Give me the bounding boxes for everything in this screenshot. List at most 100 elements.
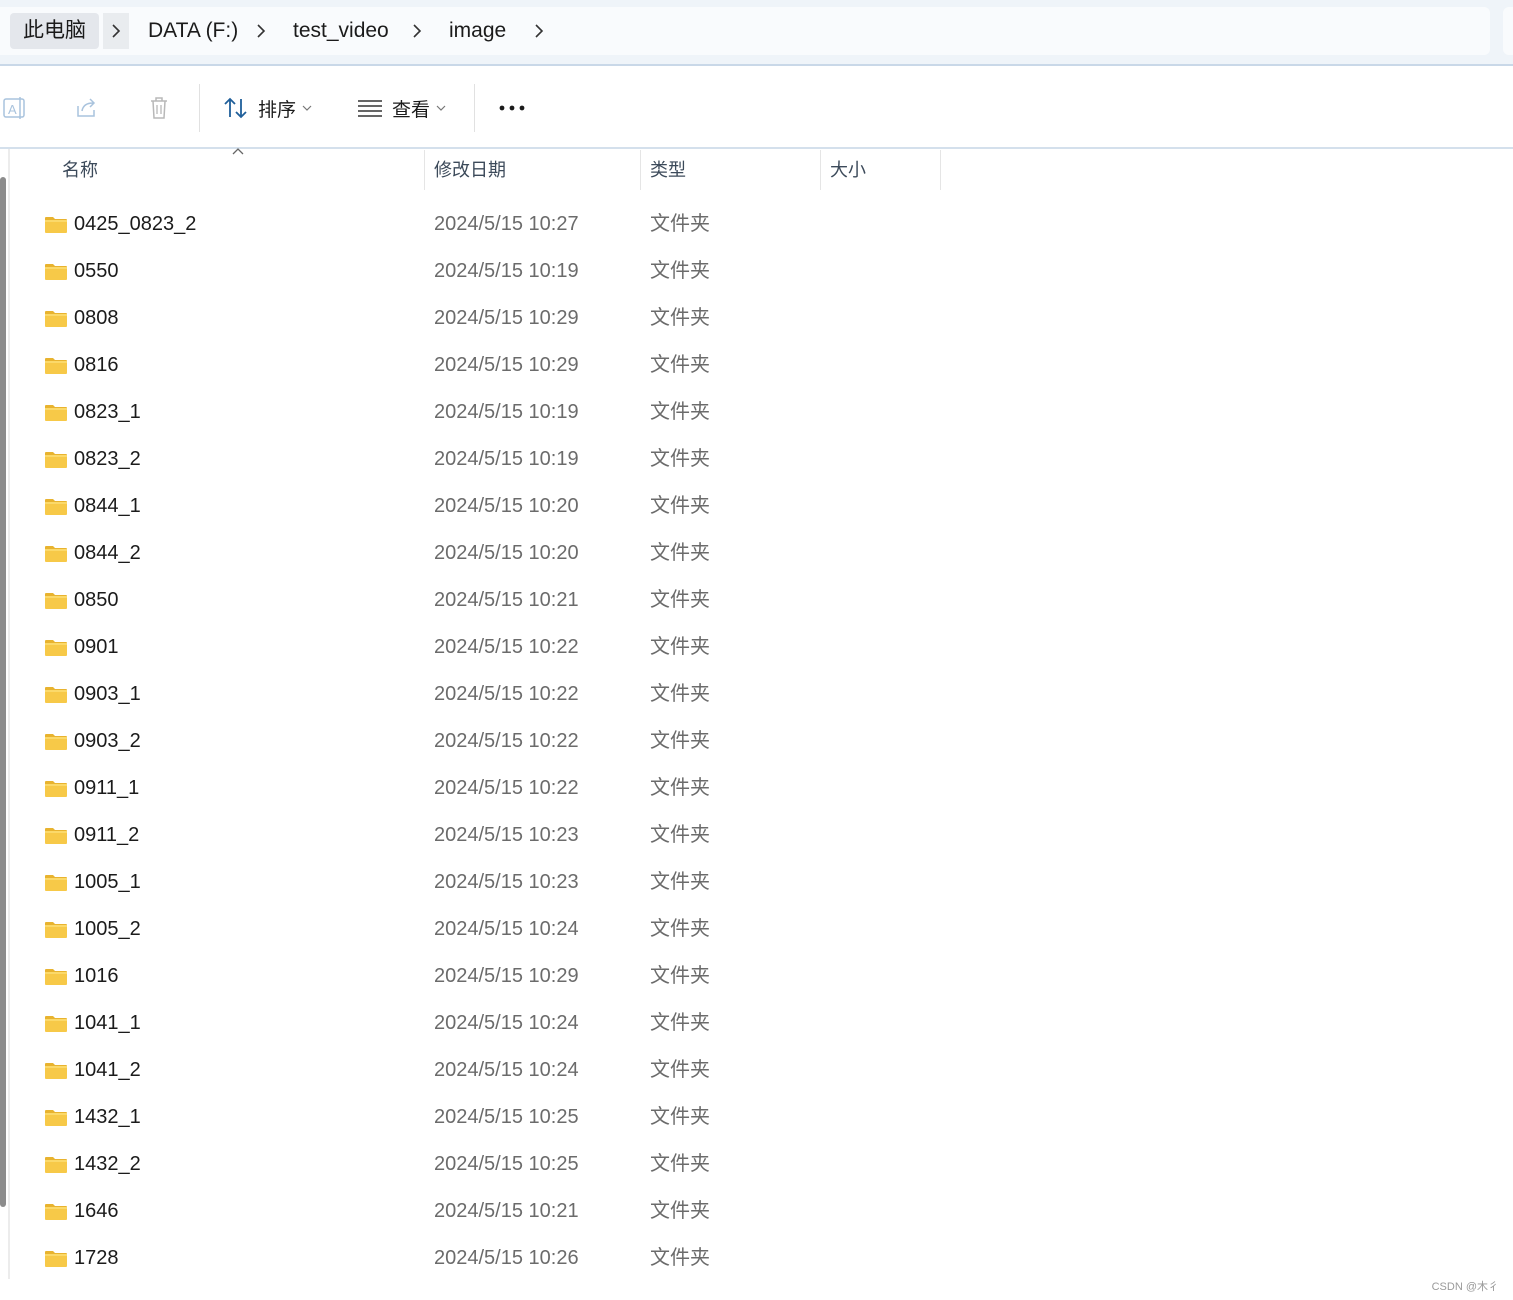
folder-icon xyxy=(45,828,67,844)
folder-icon xyxy=(45,452,67,468)
table-row[interactable]: 1005_1 2024/5/15 10:23 文件夹 xyxy=(0,859,1513,906)
column-divider[interactable] xyxy=(820,150,821,190)
file-name: 0823_2 xyxy=(74,448,141,470)
breadcrumb-image[interactable]: image xyxy=(439,13,516,49)
file-type: 文件夹 xyxy=(650,307,710,329)
folder-icon xyxy=(45,358,67,374)
search-box-edge[interactable] xyxy=(1503,7,1513,55)
file-type: 文件夹 xyxy=(650,683,710,705)
column-divider[interactable] xyxy=(640,150,641,190)
table-row[interactable]: 1005_2 2024/5/15 10:24 文件夹 xyxy=(0,906,1513,953)
table-row[interactable]: 0823_2 2024/5/15 10:19 文件夹 xyxy=(0,436,1513,483)
file-type: 文件夹 xyxy=(650,1012,710,1034)
breadcrumb-this-pc[interactable]: 此电脑 xyxy=(10,13,99,49)
file-name: 0850 xyxy=(74,589,119,611)
file-type: 文件夹 xyxy=(650,260,710,282)
table-row[interactable]: 1432_1 2024/5/15 10:25 文件夹 xyxy=(0,1094,1513,1141)
file-type: 文件夹 xyxy=(650,1247,710,1269)
folder-icon xyxy=(45,922,67,938)
chevron-right-icon[interactable] xyxy=(404,13,430,49)
file-type: 文件夹 xyxy=(650,1153,710,1175)
file-name: 0911_1 xyxy=(74,777,140,799)
file-type: 文件夹 xyxy=(650,730,710,752)
table-row[interactable]: 0816 2024/5/15 10:29 文件夹 xyxy=(0,342,1513,389)
file-name: 0816 xyxy=(74,354,119,376)
chevron-right-icon[interactable] xyxy=(526,13,552,49)
watermark: CSDN @木彳 xyxy=(1431,1281,1499,1293)
file-list: 0425_0823_2 2024/5/15 10:27 文件夹 0550 2024/5/… xyxy=(0,201,1513,1282)
sort-ascending-icon xyxy=(232,148,244,155)
table-row[interactable]: 0903_1 2024/5/15 10:22 文件夹 xyxy=(0,671,1513,718)
table-row[interactable]: 0911_2 2024/5/15 10:23 文件夹 xyxy=(0,812,1513,859)
modified-date: 2024/5/15 10:22 xyxy=(434,636,579,658)
file-name: 1646 xyxy=(74,1200,119,1222)
modified-date: 2024/5/15 10:19 xyxy=(434,401,579,423)
modified-date: 2024/5/15 10:25 xyxy=(434,1153,579,1175)
chevron-right-icon[interactable] xyxy=(248,13,274,49)
modified-date: 2024/5/15 10:24 xyxy=(434,918,579,940)
folder-icon xyxy=(45,499,67,515)
table-row[interactable]: 0550 2024/5/15 10:19 文件夹 xyxy=(0,248,1513,295)
file-type: 文件夹 xyxy=(650,1106,710,1128)
sort-button[interactable]: 排序 xyxy=(222,88,312,128)
modified-date: 2024/5/15 10:20 xyxy=(434,542,579,564)
modified-date: 2024/5/15 10:25 xyxy=(434,1106,579,1128)
column-header-size[interactable]: 大小 xyxy=(830,150,866,190)
modified-date: 2024/5/15 10:22 xyxy=(434,777,579,799)
chevron-right-icon[interactable] xyxy=(103,13,129,49)
share-icon[interactable] xyxy=(72,93,102,123)
file-name: 0901 xyxy=(74,636,119,658)
view-button[interactable]: 查看 xyxy=(356,88,446,128)
command-bar: A 排序 查看 xyxy=(0,66,1513,149)
table-row[interactable]: 0844_2 2024/5/15 10:20 文件夹 xyxy=(0,530,1513,577)
column-header-type[interactable]: 类型 xyxy=(650,150,686,190)
modified-date: 2024/5/15 10:21 xyxy=(434,1200,579,1222)
file-type: 文件夹 xyxy=(650,448,710,470)
table-row[interactable]: 0844_1 2024/5/15 10:20 文件夹 xyxy=(0,483,1513,530)
folder-icon xyxy=(45,311,67,327)
table-row[interactable]: 1016 2024/5/15 10:29 文件夹 xyxy=(0,953,1513,1000)
folder-icon xyxy=(45,546,67,562)
file-name: 0425_0823_2 xyxy=(74,213,197,235)
table-row[interactable]: 1041_2 2024/5/15 10:24 文件夹 xyxy=(0,1047,1513,1094)
file-name: 1432_2 xyxy=(74,1153,141,1175)
folder-icon xyxy=(45,1016,67,1032)
table-row[interactable]: 1432_2 2024/5/15 10:25 文件夹 xyxy=(0,1141,1513,1188)
table-row[interactable]: 0808 2024/5/15 10:29 文件夹 xyxy=(0,295,1513,342)
table-row[interactable]: 0903_2 2024/5/15 10:22 文件夹 xyxy=(0,718,1513,765)
folder-icon xyxy=(45,1157,67,1173)
column-header-name[interactable]: 名称 xyxy=(62,150,98,190)
delete-icon[interactable] xyxy=(144,93,174,123)
folder-icon xyxy=(45,781,67,797)
breadcrumb-data-drive[interactable]: DATA (F:) xyxy=(138,13,248,49)
folder-icon xyxy=(45,264,67,280)
table-row[interactable]: 1041_1 2024/5/15 10:24 文件夹 xyxy=(0,1000,1513,1047)
file-type: 文件夹 xyxy=(650,401,710,423)
table-row[interactable]: 0425_0823_2 2024/5/15 10:27 文件夹 xyxy=(0,201,1513,248)
folder-icon xyxy=(45,1204,67,1220)
file-type: 文件夹 xyxy=(650,589,710,611)
file-name: 0844_2 xyxy=(74,542,141,564)
address-bar-region: 此电脑 DATA (F:) test_video image xyxy=(0,0,1513,66)
rename-icon[interactable]: A xyxy=(0,93,30,123)
column-divider[interactable] xyxy=(940,150,941,190)
table-row[interactable]: 0850 2024/5/15 10:21 文件夹 xyxy=(0,577,1513,624)
breadcrumb-test-video[interactable]: test_video xyxy=(283,13,399,49)
file-name: 0550 xyxy=(74,260,119,282)
table-row[interactable]: 0911_1 2024/5/15 10:22 文件夹 xyxy=(0,765,1513,812)
file-type: 文件夹 xyxy=(650,542,710,564)
file-name: 0911_2 xyxy=(74,824,140,846)
file-type: 文件夹 xyxy=(650,354,710,376)
more-icon[interactable] xyxy=(497,93,527,123)
sort-icon xyxy=(224,97,247,119)
modified-date: 2024/5/15 10:23 xyxy=(434,824,579,846)
table-row[interactable]: 0901 2024/5/15 10:22 文件夹 xyxy=(0,624,1513,671)
table-row[interactable]: 1646 2024/5/15 10:21 文件夹 xyxy=(0,1188,1513,1235)
chevron-down-icon xyxy=(302,105,312,111)
file-name: 1728 xyxy=(74,1247,119,1269)
column-header-date[interactable]: 修改日期 xyxy=(434,150,506,190)
table-row[interactable]: 1728 2024/5/15 10:26 文件夹 xyxy=(0,1235,1513,1282)
table-row[interactable]: 0823_1 2024/5/15 10:19 文件夹 xyxy=(0,389,1513,436)
file-name: 0903_1 xyxy=(74,683,141,705)
column-divider[interactable] xyxy=(424,150,425,190)
